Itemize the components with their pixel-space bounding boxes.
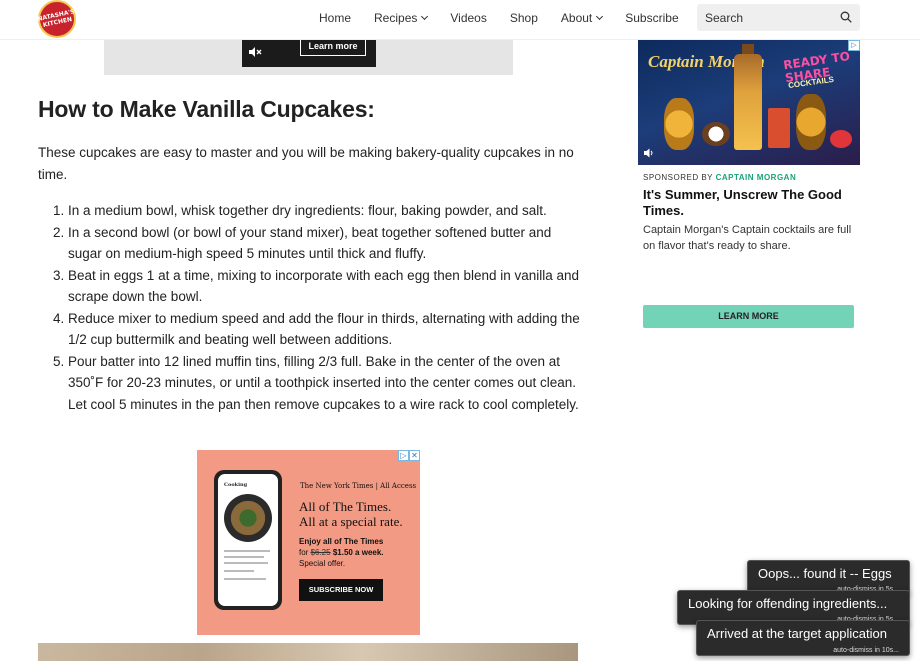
nyt-headline-line-2: All at a special rate. <box>299 514 403 529</box>
nav-item-about[interactable]: About <box>560 11 604 25</box>
phone-image: Cooking <box>214 470 282 610</box>
phone-app-title: Cooking <box>224 482 248 488</box>
nav-item-recipes[interactable]: Recipes <box>374 11 429 25</box>
nyt-offer: Enjoy all of The Times for $6.25 $1.50 a… <box>299 536 417 569</box>
toast-notification[interactable]: Arrived at the target application auto-d… <box>696 620 910 656</box>
article-content: How to Make Vanilla Cupcakes: These cupc… <box>38 96 583 415</box>
coconut-image <box>702 122 730 146</box>
mute-icon[interactable] <box>248 46 262 58</box>
nav-item-home[interactable]: Home <box>319 11 351 25</box>
nyt-offer-line-1: Enjoy all of The Times <box>299 537 384 546</box>
nyt-new-price: $1.50 a week. <box>330 548 384 557</box>
toast-dismiss-timer: auto-dismiss in 10s... <box>833 647 899 654</box>
food-image <box>224 494 272 542</box>
nyt-headline: All of The Times. All at a special rate. <box>299 499 415 529</box>
nav-videos-label: Videos <box>450 11 487 25</box>
nyt-headline-line-1: All of The Times. <box>299 499 392 514</box>
nyt-offer-prefix: for <box>299 548 311 557</box>
phone-text-line <box>224 556 264 558</box>
nav-recipes-label: Recipes <box>374 11 418 25</box>
phone-text-line <box>224 550 270 552</box>
sponsored-prefix: SPONSORED BY <box>643 173 716 182</box>
chevron-down-icon <box>596 12 604 21</box>
sponsor-name[interactable]: CAPTAIN MORGAN <box>716 173 797 182</box>
nav-subscribe-label: Subscribe <box>625 11 679 25</box>
nav-shop-label: Shop <box>509 11 538 25</box>
sidebar-ad-description: Captain Morgan's Captain cocktails are f… <box>643 224 852 252</box>
instruction-step: Beat in eggs 1 at a time, mixing to inco… <box>68 265 583 308</box>
toast-message: Arrived at the target application <box>707 626 887 641</box>
nav-item-shop[interactable]: Shop <box>510 11 538 25</box>
phone-text-line <box>224 562 268 564</box>
search-input[interactable] <box>705 10 833 25</box>
logo-text: NATASHA'S KITCHEN <box>37 8 76 29</box>
nav-home-label: Home <box>319 11 352 25</box>
close-icon[interactable]: ✕ <box>409 450 420 461</box>
toast-message: Oops... found it -- Eggs <box>758 566 892 581</box>
search-box <box>697 4 860 31</box>
captain-morgan-ad-image[interactable]: Captain Morgan READY TO SHARE COCKTAILS … <box>638 40 860 165</box>
site-header: NATASHA'S KITCHEN Home Recipes Videos Sh… <box>0 0 920 40</box>
pineapple-image <box>796 94 826 150</box>
ad-choices[interactable]: ▷ ✕ <box>398 450 420 461</box>
instruction-step: In a medium bowl, whisk together dry ing… <box>68 200 583 222</box>
subscribe-now-button[interactable]: SUBSCRIBE NOW <box>299 579 383 601</box>
nav-item-subscribe[interactable]: Subscribe <box>625 11 678 25</box>
sidebar-ad-title[interactable]: It's Summer, Unscrew The Good Times. <box>643 187 858 219</box>
nav-item-videos[interactable]: Videos <box>450 11 486 25</box>
intro-paragraph: These cupcakes are easy to master and yo… <box>38 145 574 182</box>
nyt-masthead: The New York Times | All Access <box>300 482 417 490</box>
nyt-old-price: $6.25 <box>310 548 331 557</box>
section-heading: How to Make Vanilla Cupcakes: <box>38 96 375 122</box>
video-learn-more-button[interactable]: Learn more <box>300 38 366 56</box>
sponsored-label: SPONSORED BY CAPTAIN MORGAN <box>643 173 796 182</box>
chevron-down-icon <box>421 12 429 21</box>
ad-info-icon[interactable]: ▷ <box>398 450 409 461</box>
rum-bottle <box>734 54 762 150</box>
instruction-step: In a second bowl (or bowl of your stand … <box>68 222 583 265</box>
phone-text-line <box>224 578 266 580</box>
instructions-list: In a medium bowl, whisk together dry ing… <box>38 200 583 415</box>
nyt-offer-line-3: Special offer. <box>299 559 346 568</box>
instruction-step: Pour batter into 12 lined muffin tins, f… <box>68 351 583 416</box>
nyt-ad[interactable]: ▷ ✕ Cooking The New York Times | All Acc… <box>197 450 420 635</box>
pineapple-image <box>664 98 694 150</box>
phone-text-line <box>224 570 254 572</box>
toast-message: Looking for offending ingredients... <box>688 596 888 611</box>
video-player[interactable]: Learn more <box>242 38 376 67</box>
speaker-icon[interactable] <box>643 147 655 159</box>
site-logo[interactable]: NATASHA'S KITCHEN <box>37 0 76 38</box>
learn-more-button[interactable]: LEARN MORE <box>643 305 854 328</box>
nav-about-label: About <box>560 11 593 25</box>
main-nav: Home Recipes Videos Shop About Subscribe <box>319 11 702 25</box>
recipe-photo <box>38 643 578 661</box>
phone-screen: Cooking <box>218 474 278 606</box>
search-icon[interactable] <box>840 11 852 23</box>
video-ad: Learn more <box>104 38 513 75</box>
cocktail-glass-image <box>768 108 790 148</box>
flower-image <box>830 130 852 148</box>
instruction-step: Reduce mixer to medium speed and add the… <box>68 308 583 351</box>
ad-info-icon[interactable]: ▷ <box>848 40 860 51</box>
